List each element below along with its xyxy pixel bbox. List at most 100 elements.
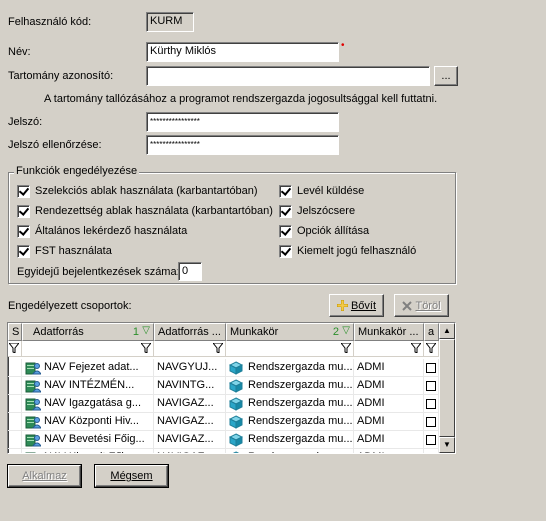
row-role-cell[interactable]: Rendszergazda mu... xyxy=(226,413,354,431)
cube-icon xyxy=(229,379,243,393)
cancel-label: Mégsem xyxy=(110,470,153,482)
row-a-cell[interactable] xyxy=(424,413,439,431)
checkbox-general-query[interactable] xyxy=(17,225,30,238)
row-source-code-cell[interactable]: NAVIGAZ... xyxy=(154,395,226,413)
col-header-source-code[interactable]: Adatforrás ... xyxy=(154,323,226,341)
row-a-cell[interactable] xyxy=(424,395,439,413)
name-field[interactable]: Kürthy Miklós xyxy=(146,42,339,62)
row-source-cell-text: NAV Központi Hiv... xyxy=(44,415,139,427)
delete-group-button[interactable]: Töröl xyxy=(394,294,449,317)
checkbox-fst[interactable] xyxy=(17,245,30,258)
row-role-code-cell-text: ADMI xyxy=(357,433,385,445)
row-role-code-cell[interactable]: ADMI xyxy=(354,449,424,453)
row-checkbox[interactable] xyxy=(426,363,436,373)
row-source-code-cell[interactable]: NAVIGAZ... xyxy=(154,449,226,453)
row-source-code-cell[interactable]: NAVINTG... xyxy=(154,377,226,395)
database-user-icon xyxy=(25,452,36,453)
row-status-cell[interactable] xyxy=(8,413,22,431)
scroll-thumb[interactable] xyxy=(439,339,455,437)
row-source-cell-text: NAV Igazgatása g... xyxy=(44,397,142,409)
sessions-field[interactable]: 0 xyxy=(178,262,202,281)
cube-icon xyxy=(229,397,243,411)
filter-cell-source[interactable] xyxy=(22,341,154,357)
row-source-code-cell-text: NAVIGAZ... xyxy=(157,415,214,427)
row-source-code-cell[interactable]: NAVIGAZ... xyxy=(154,431,226,449)
checkbox-selection-window[interactable] xyxy=(17,185,30,198)
row-role-code-cell[interactable]: ADMI xyxy=(354,359,424,377)
row-role-code-cell[interactable]: ADMI xyxy=(354,377,424,395)
filter-cell-source-code[interactable] xyxy=(154,341,226,357)
checkbox-options[interactable] xyxy=(279,225,292,238)
filter-cell-a[interactable] xyxy=(424,341,439,357)
filter-icon xyxy=(9,343,19,353)
domain-browse-button[interactable]: ... xyxy=(434,66,458,86)
row-source-cell-text: NAV INTÉZMÉN... xyxy=(44,379,135,391)
name-label: Név: xyxy=(8,46,31,58)
row-role-cell[interactable]: Rendszergazda mu... xyxy=(226,395,354,413)
row-source-cell[interactable]: NAV Fejezet adat... xyxy=(22,359,154,377)
row-source-cell[interactable]: NAV INTÉZMÉN... xyxy=(22,377,154,395)
checkbox-order-window[interactable] xyxy=(17,205,30,218)
col-header-role-label: Munkakör xyxy=(230,326,279,338)
row-status-cell[interactable] xyxy=(8,395,22,413)
domain-id-field[interactable] xyxy=(146,66,430,86)
row-source-cell[interactable]: NAV Kiemelt Főig... xyxy=(22,449,154,453)
row-source-cell-text: NAV Bevetési Főig... xyxy=(44,433,145,445)
groups-grid[interactable]: S Adatforrás 1 ▽ Adatforrás ... Munkakör… xyxy=(7,322,456,454)
col-header-role-code[interactable]: Munkakör ... xyxy=(354,323,424,341)
row-checkbox[interactable] xyxy=(426,417,436,427)
database-user-icon xyxy=(25,380,41,393)
filter-cell-role[interactable] xyxy=(226,341,354,357)
row-checkbox[interactable] xyxy=(426,399,436,409)
row-role-cell-text: Rendszergazda mu... xyxy=(248,433,353,445)
filter-cell-s[interactable] xyxy=(8,341,22,357)
checkbox-send-mail[interactable] xyxy=(279,185,292,198)
row-source-cell[interactable]: NAV Központi Hiv... xyxy=(22,413,154,431)
col-header-role[interactable]: Munkakör 2 ▽ xyxy=(226,323,354,341)
row-role-cell-text: Rendszergazda mu... xyxy=(248,361,353,373)
row-role-cell[interactable]: Rendszergazda mu... xyxy=(226,449,354,453)
scroll-down-button[interactable]: ▼ xyxy=(439,437,455,453)
functions-group-title: Funkciók engedélyezése xyxy=(14,165,140,177)
row-checkbox[interactable] xyxy=(426,435,436,445)
apply-button[interactable]: Alkalmaz xyxy=(7,464,82,488)
row-a-cell[interactable] xyxy=(424,359,439,377)
row-role-cell[interactable]: Rendszergazda mu... xyxy=(226,359,354,377)
row-role-code-cell[interactable]: ADMI xyxy=(354,431,424,449)
row-role-cell[interactable]: Rendszergazda mu... xyxy=(226,377,354,395)
row-role-cell[interactable]: Rendszergazda mu... xyxy=(226,431,354,449)
row-status-cell[interactable] xyxy=(8,359,22,377)
row-role-code-cell[interactable]: ADMI xyxy=(354,395,424,413)
password-field[interactable]: **************** xyxy=(146,112,339,132)
row-status-cell[interactable] xyxy=(8,431,22,449)
row-source-code-cell[interactable]: NAVIGAZ... xyxy=(154,413,226,431)
row-a-cell[interactable] xyxy=(424,377,439,395)
scroll-up-button[interactable]: ▲ xyxy=(439,323,455,339)
password-confirm-field[interactable]: **************** xyxy=(146,135,339,155)
row-source-code-cell[interactable]: NAVGYUJ... xyxy=(154,359,226,377)
cube-icon xyxy=(232,451,240,453)
filter-cell-role-code[interactable] xyxy=(354,341,424,357)
filter-icon xyxy=(213,343,223,353)
add-group-button[interactable]: Bővít xyxy=(329,294,384,317)
col-header-source[interactable]: Adatforrás 1 ▽ xyxy=(22,323,154,341)
col-header-s[interactable]: S xyxy=(8,323,22,341)
groups-label: Engedélyezett csoportok: xyxy=(8,300,132,312)
row-status-cell[interactable] xyxy=(8,449,22,453)
row-source-cell[interactable]: NAV Bevetési Főig... xyxy=(22,431,154,449)
checkbox-password-change[interactable] xyxy=(279,205,292,218)
row-a-cell[interactable] xyxy=(424,431,439,449)
row-checkbox[interactable] xyxy=(426,453,436,454)
col-header-a[interactable]: a xyxy=(424,323,439,341)
row-source-cell[interactable]: NAV Igazgatása g... xyxy=(22,395,154,413)
cancel-button[interactable]: Mégsem xyxy=(94,464,169,488)
row-role-cell-text: Rendszergazda mu... xyxy=(248,415,353,427)
row-status-cell[interactable] xyxy=(8,377,22,395)
row-source-code-cell-text: NAVIGAZ... xyxy=(157,397,214,409)
filter-icon xyxy=(426,343,436,353)
row-a-cell[interactable] xyxy=(424,449,439,454)
row-checkbox[interactable] xyxy=(426,381,436,391)
filter-icon xyxy=(141,343,151,353)
checkbox-privileged-user[interactable] xyxy=(279,245,292,258)
row-role-code-cell[interactable]: ADMI xyxy=(354,413,424,431)
